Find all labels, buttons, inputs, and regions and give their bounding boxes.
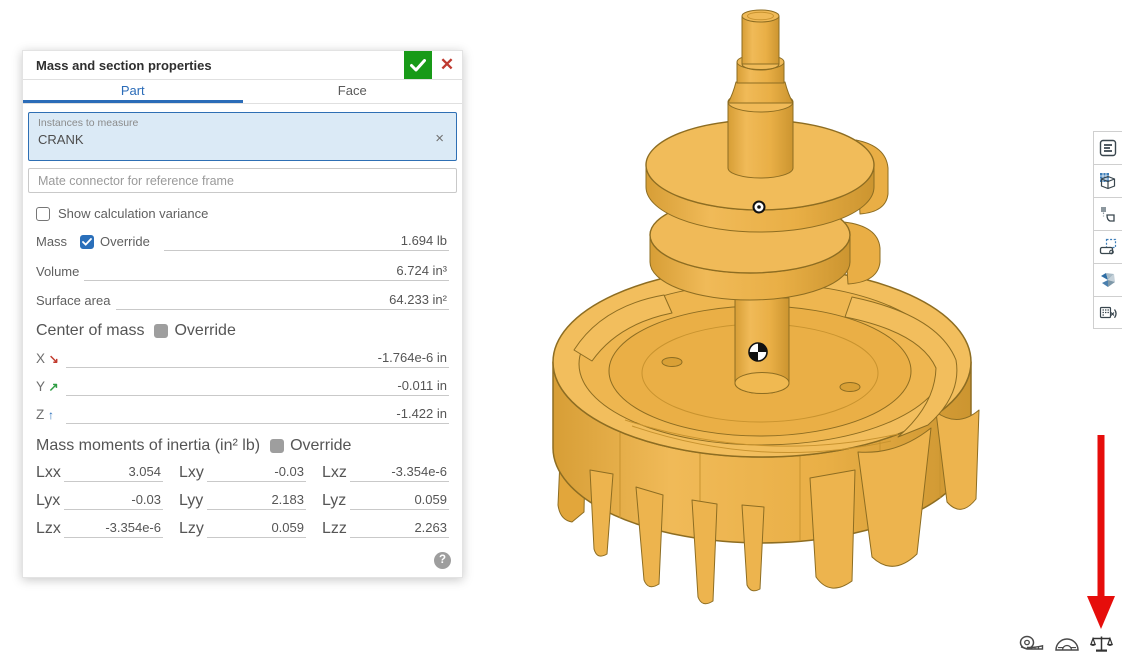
com-x-row: X ↘ -1.764e-6 in xyxy=(36,346,449,368)
com-z-input[interactable]: -1.422 in xyxy=(66,406,449,424)
lyx-input[interactable]: -0.03 xyxy=(64,492,163,510)
protractor-icon[interactable] xyxy=(1053,634,1081,654)
com-y-input[interactable]: -0.011 in xyxy=(66,378,449,396)
inertia-override-checkbox[interactable] xyxy=(270,439,284,453)
com-y-row: Y ↗ -0.011 in xyxy=(36,374,449,396)
tab-face[interactable]: Face xyxy=(243,80,463,103)
center-of-mass-marker xyxy=(749,343,767,361)
com-override-checkbox[interactable] xyxy=(154,324,168,338)
inertia-cell-lzz: Lzz2.263 xyxy=(322,516,449,538)
inertia-cell-lyz: Lyz0.059 xyxy=(322,488,449,510)
inertia-cell-lzy: Lzy0.059 xyxy=(179,516,306,538)
lxy-input[interactable]: -0.03 xyxy=(207,464,306,482)
floor-hole xyxy=(662,358,682,367)
y-axis-arrow-icon: ↗ xyxy=(49,380,59,394)
show-variance-row: Show calculation variance xyxy=(36,205,449,222)
x-axis-label: X xyxy=(36,351,45,366)
z-axis-arrow-icon: ↑ xyxy=(48,408,54,422)
inertia-cell-lxz: Lxz-3.354e-6 xyxy=(322,460,449,482)
app-window: Mass and section properties ✕ Part Face … xyxy=(0,0,1122,659)
mass-override-checkbox[interactable] xyxy=(80,235,94,249)
sketch-section-icon[interactable] xyxy=(1094,230,1122,263)
lyz-input[interactable]: 0.059 xyxy=(350,492,449,510)
mass-label: Mass xyxy=(36,234,70,251)
mate-connector-field[interactable]: Mate connector for reference frame xyxy=(28,168,457,193)
inertia-cell-lzx: Lzx-3.354e-6 xyxy=(36,516,163,538)
instances-field-label: Instances to measure xyxy=(38,117,447,129)
close-button[interactable]: ✕ xyxy=(432,51,462,79)
volume-value: 6.724 in³ xyxy=(396,263,447,278)
mate-connector-marker[interactable] xyxy=(754,202,765,213)
mate-connector-placeholder: Mate connector for reference frame xyxy=(38,174,234,188)
com-y-value: -0.011 in xyxy=(397,378,447,393)
center-of-mass-label: Center of mass xyxy=(36,322,144,340)
surface-area-label: Surface area xyxy=(36,293,116,310)
tape-measure-icon[interactable] xyxy=(1018,634,1044,654)
clear-selection-icon[interactable]: × xyxy=(435,130,444,147)
lzz-input[interactable]: 2.263 xyxy=(350,520,449,538)
show-variance-label: Show calculation variance xyxy=(58,206,208,221)
surface-area-value: 64.233 in² xyxy=(389,292,447,307)
mass-row: Mass Override 1.694 lb xyxy=(36,229,449,251)
confirm-button[interactable] xyxy=(404,51,432,79)
instances-to-measure-field[interactable]: Instances to measure CRANK × xyxy=(28,112,457,161)
mass-override-label: Override xyxy=(100,234,150,251)
mass-properties-dialog: Mass and section properties ✕ Part Face … xyxy=(22,50,463,578)
view-cube-icon[interactable] xyxy=(1094,164,1122,197)
checkmark-icon xyxy=(82,238,92,246)
inertia-cell-lyx: Lyx-0.03 xyxy=(36,488,163,510)
shortcut-keys-icon[interactable] xyxy=(1094,296,1122,329)
mass-input[interactable]: 1.694 lb xyxy=(164,233,449,251)
inertia-cell-lxx: Lxx3.054 xyxy=(36,460,163,482)
y-axis-label: Y xyxy=(36,379,45,394)
crank-model[interactable] xyxy=(530,0,990,640)
mass-properties-scale-icon[interactable] xyxy=(1090,634,1113,654)
mass-value: 1.694 lb xyxy=(401,233,447,248)
feature-list-icon[interactable] xyxy=(1094,131,1122,164)
com-x-value: -1.764e-6 in xyxy=(378,350,447,365)
crank-shaft xyxy=(728,10,793,178)
inertia-label: Mass moments of inertia (in² lb) xyxy=(36,437,260,455)
center-of-mass-row: Center of mass Override xyxy=(36,322,449,339)
inertia-cell-lxy: Lxy-0.03 xyxy=(179,460,306,482)
inertia-cell-lyy: Lyy2.183 xyxy=(179,488,306,510)
lyy-input[interactable]: 2.183 xyxy=(207,492,306,510)
floor-hole xyxy=(840,383,860,392)
inertia-header-row: Mass moments of inertia (in² lb) Overrid… xyxy=(36,437,449,454)
tab-bar: Part Face xyxy=(23,80,462,104)
lzx-input[interactable]: -3.354e-6 xyxy=(64,520,163,538)
com-x-input[interactable]: -1.764e-6 in xyxy=(66,350,449,368)
volume-input[interactable]: 6.724 in³ xyxy=(84,263,449,281)
checkmark-icon xyxy=(410,59,426,72)
volume-label: Volume xyxy=(36,264,84,281)
named-views-icon[interactable] xyxy=(1094,263,1122,296)
show-variance-checkbox[interactable] xyxy=(36,207,50,221)
lxx-input[interactable]: 3.054 xyxy=(64,464,163,482)
derive-icon[interactable] xyxy=(1094,197,1122,230)
inertia-override-label: Override xyxy=(290,437,351,455)
instances-field-value: CRANK xyxy=(38,132,447,147)
z-axis-label: Z xyxy=(36,407,44,422)
com-z-value: -1.422 in xyxy=(396,406,447,421)
x-axis-arrow-icon: ↘ xyxy=(49,352,59,366)
lzy-input[interactable]: 0.059 xyxy=(207,520,306,538)
tab-part[interactable]: Part xyxy=(23,80,243,103)
surface-area-input[interactable]: 64.233 in² xyxy=(116,292,449,310)
com-z-row: Z ↑ -1.422 in xyxy=(36,402,449,424)
inertia-grid: Lxx3.054 Lxy-0.03 Lxz-3.354e-6 Lyx-0.03 … xyxy=(36,460,449,538)
dialog-title: Mass and section properties xyxy=(36,58,404,73)
com-override-label: Override xyxy=(174,322,235,340)
help-icon[interactable]: ? xyxy=(434,552,451,569)
volume-row: Volume 6.724 in³ xyxy=(36,259,449,281)
dialog-header: Mass and section properties ✕ xyxy=(23,51,462,80)
lxz-input[interactable]: -3.354e-6 xyxy=(350,464,449,482)
measurement-toolbar xyxy=(1018,634,1113,654)
surface-area-row: Surface area 64.233 in² xyxy=(36,288,449,310)
right-tool-panel xyxy=(1093,131,1122,329)
